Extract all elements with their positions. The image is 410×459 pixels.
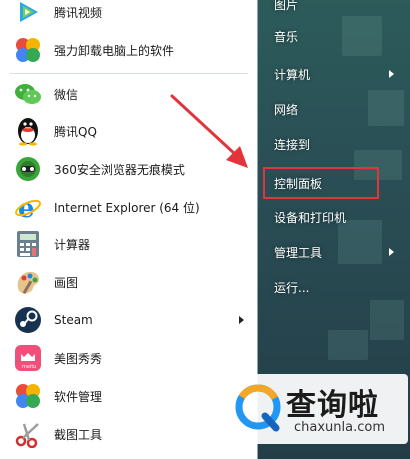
- paint-icon: [12, 266, 44, 298]
- submenu-arrow-icon: [389, 70, 394, 78]
- place-item-pictures[interactable]: 图片: [268, 0, 398, 18]
- program-label: 360安全浏览器无痕模式: [54, 162, 185, 177]
- calculator-icon: [12, 228, 44, 260]
- steam-icon: [12, 304, 44, 336]
- place-label: 网络: [274, 102, 299, 117]
- place-label: 管理工具: [274, 245, 323, 260]
- program-label: 微信: [54, 87, 79, 102]
- place-label: 运行...: [274, 280, 310, 295]
- watermark-brand-cn: 查询啦: [286, 388, 379, 423]
- place-item-connect-to[interactable]: 连接到: [268, 130, 398, 158]
- program-item-wechat[interactable]: 微信: [6, 76, 252, 112]
- program-item-meitu[interactable]: meitu 美图秀秀: [6, 340, 252, 376]
- place-item-computer[interactable]: 计算机: [268, 60, 398, 88]
- submenu-arrow-icon: [389, 248, 394, 256]
- svg-text:meitu: meitu: [22, 364, 36, 370]
- meitu-icon: meitu: [12, 342, 44, 374]
- place-item-network[interactable]: 网络: [268, 95, 398, 123]
- uninstaller-clover-icon: [12, 34, 44, 66]
- program-label: 软件管理: [54, 389, 103, 404]
- wechat-icon: [12, 78, 44, 110]
- place-item-run[interactable]: 运行...: [268, 273, 398, 301]
- place-label: 图片: [274, 0, 299, 12]
- program-item-internet-explorer[interactable]: e Internet Explorer (64 位): [6, 189, 252, 225]
- program-item-paint[interactable]: 画图: [6, 264, 252, 300]
- program-label: Steam: [54, 313, 93, 327]
- control-panel-highlight: [263, 167, 379, 199]
- qq-penguin-icon: [12, 115, 44, 147]
- program-item-steam[interactable]: Steam: [6, 302, 252, 338]
- program-label: 画图: [54, 275, 79, 290]
- program-label: 强力卸载电脑上的软件: [54, 43, 175, 58]
- program-item-calculator[interactable]: 计算器: [6, 226, 252, 262]
- program-label: 腾讯QQ: [54, 124, 97, 139]
- watermark-q-icon: [235, 384, 281, 432]
- program-label: 计算器: [54, 237, 91, 252]
- snipping-tool-icon: [12, 418, 44, 450]
- program-label: 美图秀秀: [54, 351, 103, 366]
- 360-browser-icon: [12, 153, 44, 185]
- software-manager-icon: [12, 380, 44, 412]
- place-label: 音乐: [274, 29, 299, 44]
- program-item-tencent-video[interactable]: 腾讯视频: [6, 0, 252, 30]
- program-item-qq[interactable]: 腾讯QQ: [6, 113, 252, 149]
- place-item-admin-tools[interactable]: 管理工具: [268, 238, 398, 266]
- submenu-arrow-icon: [239, 316, 244, 324]
- place-item-devices-printers[interactable]: 设备和打印机: [268, 203, 398, 231]
- tencent-video-icon: [12, 0, 44, 28]
- place-label: 连接到: [274, 137, 311, 152]
- watermark-logo: 查询啦 chaxunla.com: [222, 374, 408, 444]
- place-item-music[interactable]: 音乐: [268, 22, 398, 50]
- program-label: Internet Explorer (64 位): [54, 200, 200, 215]
- program-item-snipping-tool[interactable]: 截图工具: [6, 416, 252, 452]
- program-item-360-browser[interactable]: 360安全浏览器无痕模式: [6, 151, 252, 187]
- program-label: 腾讯视频: [54, 5, 103, 20]
- menu-separator: [10, 73, 248, 74]
- place-label: 计算机: [274, 67, 311, 82]
- program-item-uninstaller[interactable]: 强力卸载电脑上的软件: [6, 32, 252, 68]
- program-item-software-manager[interactable]: 软件管理: [6, 378, 252, 414]
- internet-explorer-icon: e: [12, 191, 44, 223]
- watermark-brand-en: chaxunla.com: [294, 420, 385, 435]
- place-label: 设备和打印机: [274, 210, 347, 225]
- program-label: 截图工具: [54, 427, 103, 442]
